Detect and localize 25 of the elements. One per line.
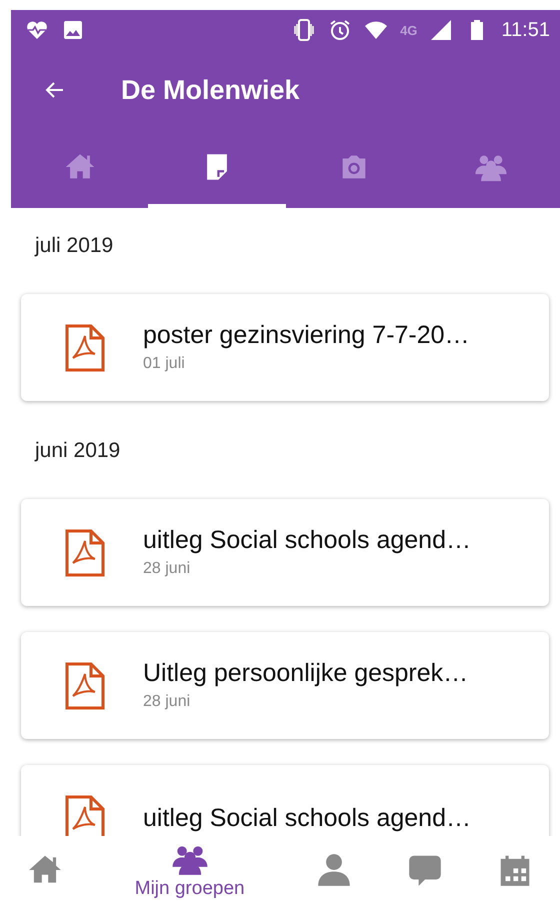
document-date: 28 juni <box>143 560 192 578</box>
document-date: 28 juni <box>143 692 192 711</box>
alarm-clock-icon <box>328 18 352 42</box>
month-heading: juni 2019 <box>34 438 122 464</box>
document-card[interactable]: Uitleg persoonlijke gesprek… 28 juni <box>21 632 549 739</box>
document-title: uitleg Social schools agend… <box>143 527 471 554</box>
pdf-file-icon <box>65 324 105 372</box>
network-type: 4G <box>400 22 418 38</box>
document-title: Uitleg persoonlijke gesprek… <box>143 660 468 687</box>
clock-time: 11:51 <box>501 18 550 42</box>
signal-icon <box>429 18 454 42</box>
image-icon <box>61 18 85 42</box>
nav-item[interactable]: Mijn groepen <box>90 840 290 900</box>
pdf-file-icon <box>65 662 105 710</box>
toolbar-title: De Molenwiek <box>121 74 300 106</box>
document-card[interactable]: uitleg Social schools agend… <box>21 765 549 836</box>
document-title: uitleg Social schools agend… <box>143 805 471 832</box>
pdf-file-icon <box>65 528 105 576</box>
document-date: 01 juli <box>143 354 186 373</box>
vibrate-icon <box>292 18 316 42</box>
pdf-file-icon <box>65 794 105 836</box>
document-card[interactable]: uitleg Social schools agend… 28 juni <box>21 499 549 606</box>
month-heading: juli 2019 <box>34 233 114 259</box>
document-title: poster gezinsviering 7-7-20… <box>143 322 470 349</box>
document-card[interactable]: poster gezinsviering 7-7-20… 01 juli <box>21 294 549 401</box>
